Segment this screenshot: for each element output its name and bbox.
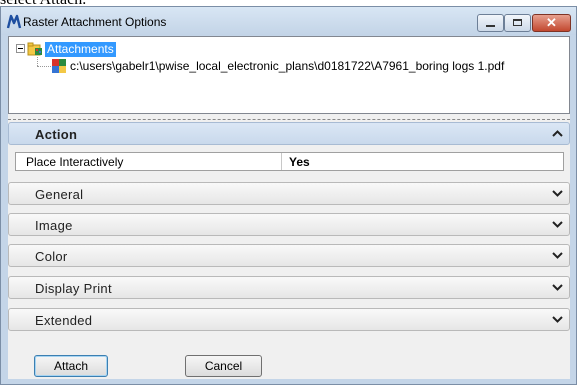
window-title: Raster Attachment Options (23, 15, 167, 29)
section-label: Extended (35, 313, 93, 328)
title-bar[interactable]: Raster Attachment Options ✕ (1, 7, 576, 35)
raster-file-icon (52, 59, 66, 73)
property-value[interactable]: Yes (289, 155, 310, 169)
section-image[interactable]: Image (8, 213, 570, 236)
tree-item-file[interactable]: c:\users\gabelr1\pwise_local_electronic_… (70, 59, 504, 74)
chevron-down-icon (552, 284, 563, 291)
property-row-place-interactively[interactable]: Place Interactively Yes (15, 152, 564, 171)
minimize-icon (486, 25, 495, 27)
microstation-icon (6, 14, 22, 29)
section-general[interactable]: General (8, 182, 570, 205)
chevron-down-icon (552, 316, 563, 323)
minimize-button[interactable] (477, 14, 504, 32)
section-extended[interactable]: Extended (8, 308, 570, 331)
attachment-tree[interactable]: Attachments c:\users\gabelr1\pwise_local… (8, 36, 570, 114)
tree-connector (37, 66, 51, 67)
chevron-up-icon (552, 130, 563, 137)
maximize-button[interactable] (504, 14, 531, 32)
attach-button[interactable]: Attach (34, 355, 108, 377)
tree-connector (37, 57, 38, 66)
section-display-print[interactable]: Display Print (8, 276, 570, 299)
maximize-icon (513, 19, 522, 26)
chevron-down-icon (552, 221, 563, 228)
section-label: General (35, 187, 84, 202)
chevron-down-icon (552, 190, 563, 197)
section-label: Action (35, 127, 78, 142)
section-label: Image (35, 218, 73, 233)
splitter[interactable] (8, 119, 570, 120)
column-divider (281, 153, 282, 170)
raster-attachment-options-dialog: Raster Attachment Options ✕ Attachments (0, 6, 577, 385)
chevron-down-icon (552, 252, 563, 259)
collapse-toggle[interactable] (16, 44, 25, 53)
close-button[interactable]: ✕ (532, 14, 571, 32)
close-icon: ✕ (546, 15, 557, 30)
tree-item-attachments[interactable]: Attachments (45, 42, 116, 57)
dialog-body: Attachments c:\users\gabelr1\pwise_local… (8, 36, 570, 379)
section-action[interactable]: Action (8, 122, 570, 145)
attachments-folder-icon (27, 42, 42, 56)
property-name: Place Interactively (26, 155, 124, 169)
section-color[interactable]: Color (8, 244, 570, 267)
cancel-button[interactable]: Cancel (185, 355, 262, 377)
section-label: Display Print (35, 281, 112, 296)
section-label: Color (35, 249, 68, 264)
